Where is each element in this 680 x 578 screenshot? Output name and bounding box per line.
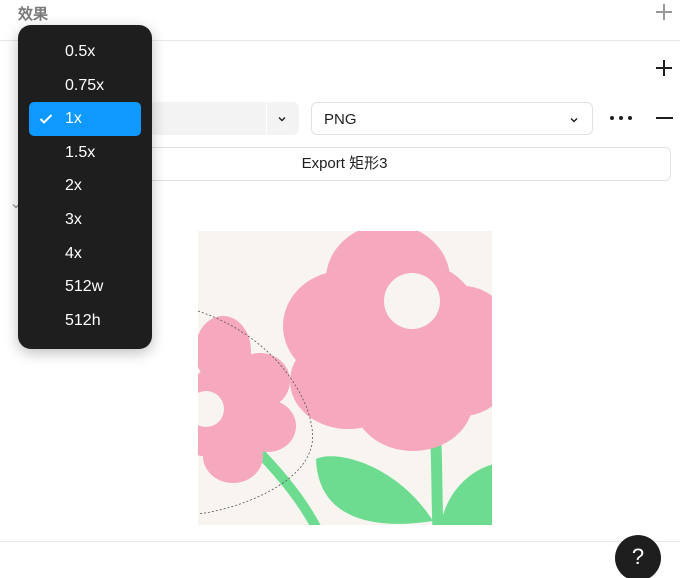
chevron-down-icon[interactable]	[277, 114, 287, 124]
menu-item-0.5x[interactable]: 0.5x	[29, 35, 141, 69]
design-panel: 效果 PNG Export 矩形3 ? 0.5x 0.75x 1x 1.5x 2…	[0, 0, 680, 578]
remove-export-minus-icon[interactable]	[656, 117, 673, 119]
bottom-divider	[0, 541, 680, 542]
add-export-plus-icon[interactable]	[655, 59, 673, 77]
menu-item-4x[interactable]: 4x	[29, 237, 141, 271]
menu-item-1x[interactable]: 1x	[29, 102, 141, 136]
help-button[interactable]: ?	[615, 535, 661, 578]
add-effect-plus-icon[interactable]	[655, 3, 673, 21]
more-options-icon[interactable]	[608, 110, 634, 126]
menu-item-2x[interactable]: 2x	[29, 169, 141, 203]
effects-section-title: 效果	[18, 6, 49, 23]
checkmark-icon	[39, 114, 53, 125]
scale-dropdown-menu: 0.5x 0.75x 1x 1.5x 2x 3x 4x 512w 512h	[18, 25, 152, 349]
chevron-down-icon	[569, 115, 579, 125]
menu-item-512h[interactable]: 512h	[29, 304, 141, 338]
menu-item-3x[interactable]: 3x	[29, 203, 141, 237]
scale-select[interactable]	[150, 102, 299, 135]
menu-item-1.5x[interactable]: 1.5x	[29, 136, 141, 170]
menu-item-0.75x[interactable]: 0.75x	[29, 69, 141, 103]
export-preview-image	[198, 231, 492, 525]
format-select[interactable]: PNG	[311, 102, 593, 135]
select-separator	[266, 102, 267, 135]
menu-item-512w[interactable]: 512w	[29, 270, 141, 304]
export-button-label: Export 矩形3	[301, 155, 388, 172]
format-select-value: PNG	[324, 111, 357, 128]
